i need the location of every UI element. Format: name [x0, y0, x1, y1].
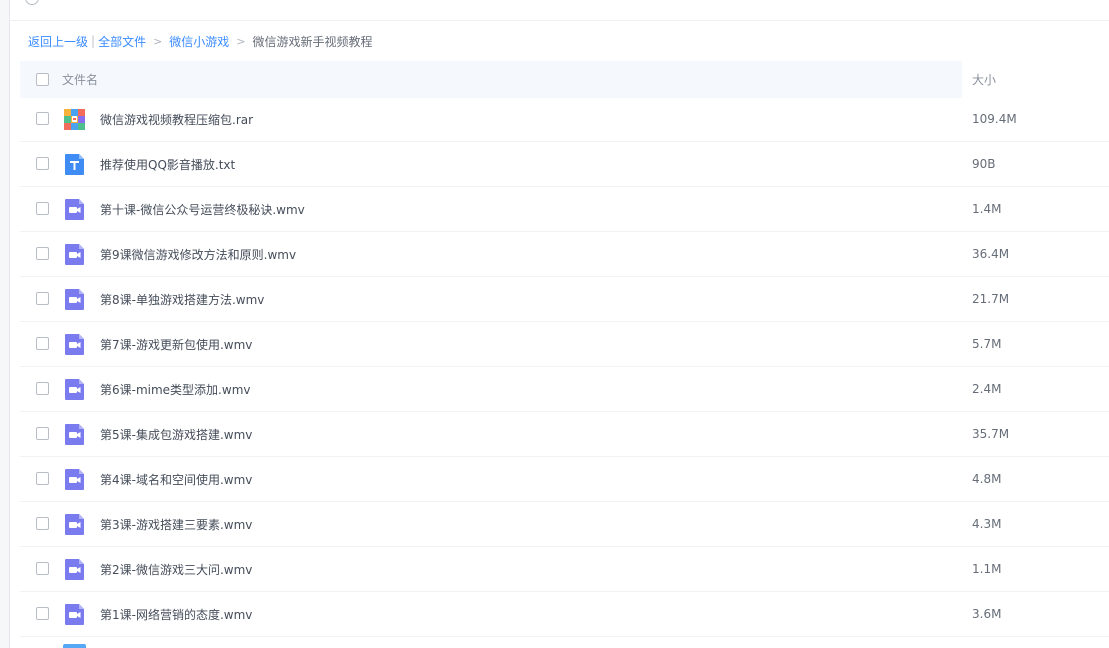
row-checkbox[interactable] — [36, 157, 49, 170]
file-size: 2.4M — [972, 382, 1002, 396]
file-name[interactable]: 第十课-微信公众号运营终极秘诀.wmv — [100, 201, 305, 218]
file-name[interactable]: 第5课-集成包游戏搭建.wmv — [100, 426, 252, 443]
table-row[interactable]: 第5课-集成包游戏搭建.wmv 35.7M — [20, 412, 1109, 457]
file-size: 35.7M — [972, 427, 1010, 441]
file-size: 36.4M — [972, 247, 1010, 261]
file-name[interactable]: 第4课-域名和空间使用.wmv — [100, 471, 252, 488]
row-checkbox[interactable] — [36, 472, 49, 485]
row-checkbox[interactable] — [36, 607, 49, 620]
file-size: 4.8M — [972, 472, 1002, 486]
file-name[interactable]: 第3课-游戏搭建三要素.wmv — [100, 516, 252, 533]
video-file-icon — [63, 603, 86, 626]
file-icon — [63, 644, 86, 648]
video-file-icon — [63, 333, 86, 356]
circle-icon — [25, 0, 39, 5]
video-file-icon — [63, 423, 86, 446]
table-row[interactable]: 微信游戏视频教程压缩包.rar 109.4M — [20, 97, 1109, 142]
table-row[interactable]: 推荐使用QQ影音播放.txt 90B — [20, 142, 1109, 187]
breadcrumb-current: 微信游戏新手视频教程 — [252, 34, 373, 49]
row-checkbox[interactable] — [36, 562, 49, 575]
file-size: 109.4M — [972, 112, 1017, 126]
breadcrumb-separator: | — [91, 34, 96, 48]
video-file-icon — [63, 243, 86, 266]
file-name[interactable]: 第8课-单独游戏搭建方法.wmv — [100, 291, 264, 308]
chevron-right-icon: > — [153, 34, 163, 48]
select-all-checkbox[interactable] — [36, 73, 49, 86]
file-name[interactable]: 第7课-游戏更新包使用.wmv — [100, 336, 252, 353]
file-size: 1.4M — [972, 202, 1002, 216]
table-row[interactable]: 第8课-单独游戏搭建方法.wmv 21.7M — [20, 277, 1109, 322]
file-size: 3.6M — [972, 607, 1002, 621]
file-name[interactable]: 第1课-网络营销的态度.wmv — [100, 606, 252, 623]
row-checkbox[interactable] — [36, 112, 49, 125]
file-size: 21.7M — [972, 292, 1010, 306]
text-file-icon — [63, 153, 86, 176]
file-size: 5.7M — [972, 337, 1002, 351]
table-row[interactable]: 第1课-网络营销的态度.wmv 3.6M — [20, 592, 1109, 637]
archive-icon — [63, 108, 86, 131]
video-file-icon — [63, 468, 86, 491]
file-name[interactable]: 第2课-微信游戏三大问.wmv — [100, 561, 252, 578]
row-checkbox[interactable] — [36, 247, 49, 260]
header-size-label: 大小 — [972, 73, 997, 87]
top-bar — [10, 0, 1109, 21]
video-file-icon — [63, 198, 86, 221]
table-row[interactable]: 第十课-微信公众号运营终极秘诀.wmv 1.4M — [20, 187, 1109, 232]
file-size: 4.3M — [972, 517, 1002, 531]
file-name[interactable]: 微信游戏视频教程压缩包.rar — [100, 111, 253, 128]
row-checkbox[interactable] — [36, 517, 49, 530]
table-row[interactable]: 第9课微信游戏修改方法和原则.wmv 36.4M — [20, 232, 1109, 277]
table-row[interactable]: 第4课-域名和空间使用.wmv 4.8M — [20, 457, 1109, 502]
video-file-icon — [63, 378, 86, 401]
table-row[interactable]: 第3课-游戏搭建三要素.wmv 4.3M — [20, 502, 1109, 547]
table-header: 文件名 大小 — [20, 61, 1109, 98]
breadcrumb-wechat-games[interactable]: 微信小游戏 — [169, 33, 229, 50]
file-name[interactable]: 第6课-mime类型添加.wmv — [100, 381, 250, 398]
table-row[interactable]: 第2课-微信游戏三大问.wmv 1.1M — [20, 547, 1109, 592]
table-row[interactable]: 第7课-游戏更新包使用.wmv 5.7M — [20, 322, 1109, 367]
row-checkbox[interactable] — [36, 382, 49, 395]
left-sidebar-edge — [0, 0, 10, 648]
video-file-icon — [63, 513, 86, 536]
row-checkbox[interactable] — [36, 337, 49, 350]
header-name-column: 文件名 — [20, 61, 962, 98]
chevron-right-icon: > — [236, 34, 246, 48]
header-size-column: 大小 — [962, 61, 1109, 98]
header-name-label: 文件名 — [62, 73, 99, 87]
row-checkbox[interactable] — [36, 202, 49, 215]
file-name[interactable]: 推荐使用QQ影音播放.txt — [100, 156, 235, 173]
back-link[interactable]: 返回上一级 — [28, 33, 88, 50]
row-checkbox[interactable] — [36, 427, 49, 440]
video-file-icon — [63, 288, 86, 311]
video-file-icon — [63, 558, 86, 581]
file-size: 90B — [972, 157, 996, 171]
file-size: 1.1M — [972, 562, 1002, 576]
table-row[interactable]: 第6课-mime类型添加.wmv 2.4M — [20, 367, 1109, 412]
breadcrumb-all-files[interactable]: 全部文件 — [98, 33, 146, 50]
file-list: 微信游戏视频教程压缩包.rar 109.4M 推荐使用QQ影音播放.txt 90B 第十… — [20, 97, 1109, 637]
row-checkbox[interactable] — [36, 292, 49, 305]
file-name[interactable]: 第9课微信游戏修改方法和原则.wmv — [100, 246, 296, 263]
breadcrumb: 返回上一级 | 全部文件 > 微信小游戏 > 微信游戏新手视频教程 — [28, 32, 373, 50]
